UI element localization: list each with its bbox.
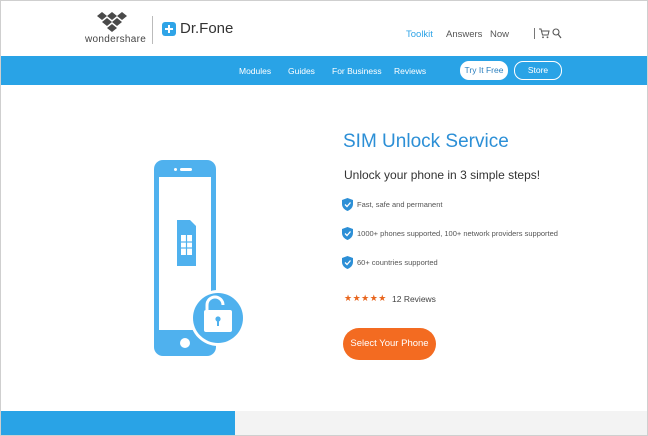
page-subtitle: Unlock your phone in 3 simple steps! xyxy=(344,168,541,182)
sub-navigation: Modules Guides For Business Reviews Try … xyxy=(1,56,647,85)
rating-stars: ★★★★★ xyxy=(344,293,387,303)
store-button[interactable]: Store xyxy=(514,61,562,80)
shield-check-icon xyxy=(342,256,353,269)
nav-toolkit[interactable]: Toolkit xyxy=(406,29,433,40)
bottom-section-blue xyxy=(1,411,235,435)
wondershare-mark-icon xyxy=(97,12,127,32)
shield-check-icon xyxy=(342,198,353,211)
product-name[interactable]: Dr.Fone xyxy=(180,20,233,37)
page-title: SIM Unlock Service xyxy=(343,131,509,152)
drfone-plus-icon xyxy=(162,22,176,36)
search-icon[interactable] xyxy=(552,28,562,39)
wondershare-wordmark: wondershare xyxy=(85,34,147,45)
feature-text: Fast, safe and permanent xyxy=(357,200,443,209)
feature-text: 1000+ phones supported, 100+ network pro… xyxy=(357,229,558,238)
try-it-free-button[interactable]: Try It Free xyxy=(460,61,508,80)
cart-icon[interactable] xyxy=(539,28,550,39)
bottom-section-gray xyxy=(235,411,647,435)
nav-divider xyxy=(534,28,535,39)
nav-answers[interactable]: Answers xyxy=(446,29,482,40)
brand-divider xyxy=(152,16,153,44)
select-your-phone-button[interactable]: Select Your Phone xyxy=(343,328,436,360)
subnav-for-business[interactable]: For Business xyxy=(332,66,382,76)
subnav-modules[interactable]: Modules xyxy=(239,66,271,76)
shield-check-icon xyxy=(342,227,353,240)
nav-now[interactable]: Now xyxy=(490,29,509,40)
phone-sim-unlock-icon xyxy=(154,160,246,356)
wondershare-logo[interactable]: wondershare xyxy=(85,12,147,46)
feature-text: 60+ countries supported xyxy=(357,258,438,267)
top-header: wondershare Dr.Fone Toolkit Answers Now xyxy=(1,1,647,55)
subnav-reviews[interactable]: Reviews xyxy=(394,66,426,76)
page: wondershare Dr.Fone Toolkit Answers Now … xyxy=(0,0,648,436)
subnav-guides[interactable]: Guides xyxy=(288,66,315,76)
reviews-link[interactable]: 12 Reviews xyxy=(392,294,436,304)
